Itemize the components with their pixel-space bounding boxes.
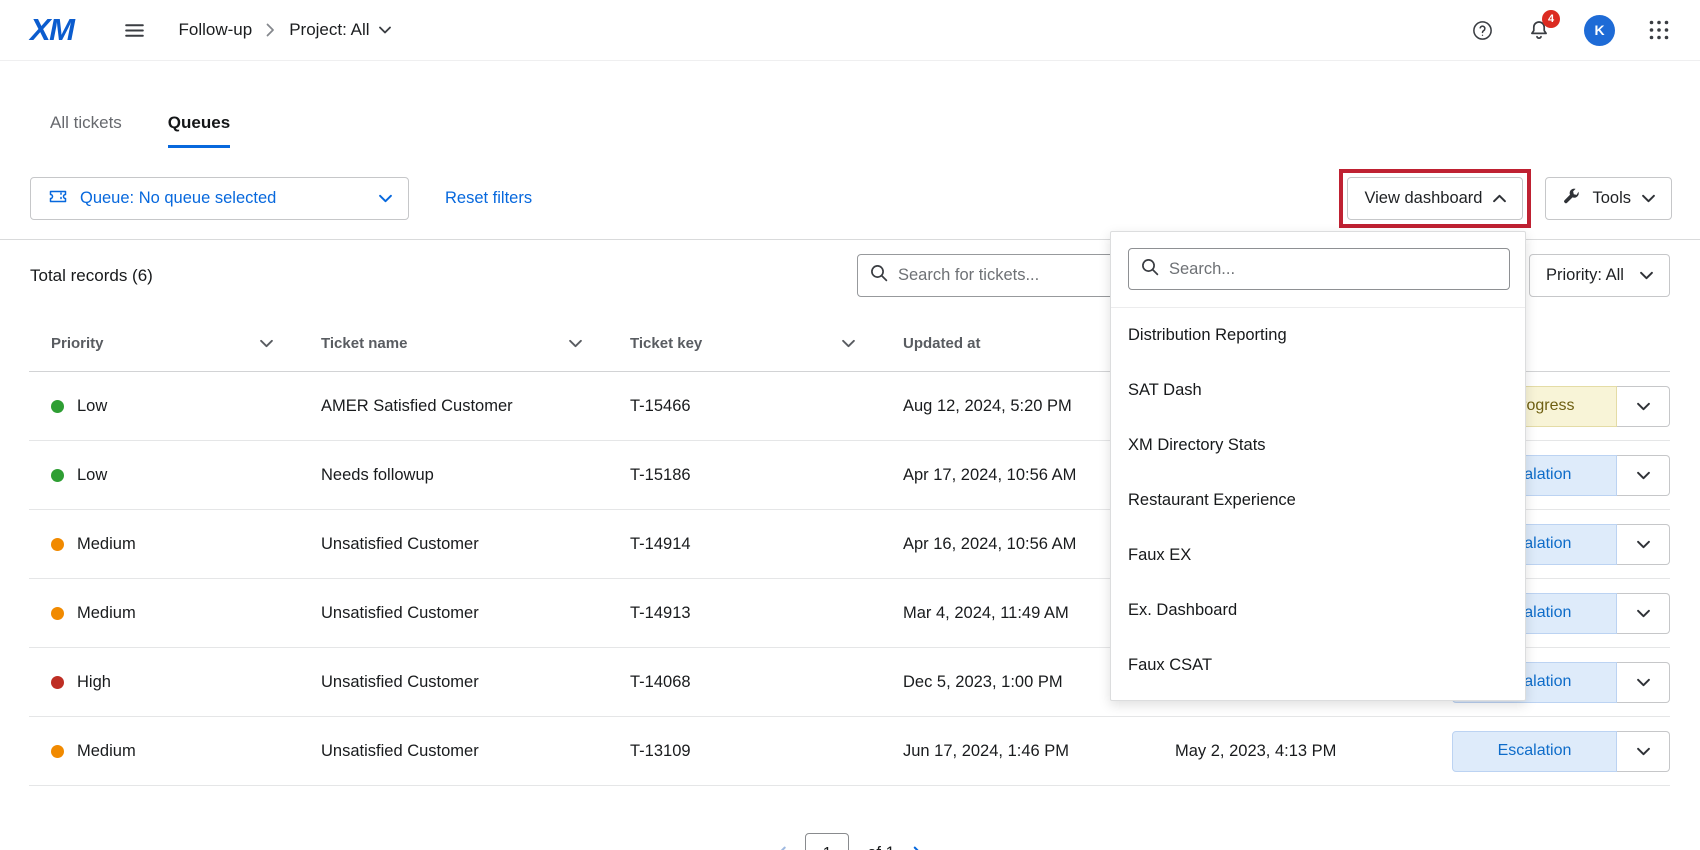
hamburger-menu-icon[interactable] [122, 18, 147, 43]
ticket-key-cell: T-14914 [630, 535, 903, 554]
column-header-priority[interactable]: Priority [29, 335, 321, 352]
breadcrumb-project-label: Project: All [289, 20, 369, 40]
priority-dot [51, 676, 64, 689]
pagination-of-label: of 1 [867, 844, 895, 850]
ticket-key-cell: T-15466 [630, 397, 903, 416]
ticket-key-cell: T-14913 [630, 604, 903, 623]
dashboard-dropdown-item[interactable]: Restaurant Experience [1111, 473, 1525, 528]
status-chevron-button[interactable] [1617, 662, 1670, 703]
priority-dot [51, 745, 64, 758]
dashboard-dropdown-item[interactable]: Faux EX [1111, 528, 1525, 583]
priority-dot [51, 607, 64, 620]
tab-queues[interactable]: Queues [168, 113, 230, 148]
priority-cell: Medium [29, 535, 321, 554]
status-control[interactable]: Escalation [1452, 731, 1670, 772]
dashboard-dropdown-item[interactable]: Distribution Reporting [1111, 308, 1525, 363]
updated-at-cell: Jun 17, 2024, 1:46 PM [903, 742, 1175, 761]
ticket-name-cell: Needs followup [321, 466, 630, 485]
ticket-icon [47, 185, 69, 212]
total-records-label: Total records (6) [30, 266, 153, 286]
topbar: XM Follow-up Project: All 4 [0, 0, 1700, 61]
status-pill[interactable]: Escalation [1452, 731, 1617, 772]
priority-filter-select[interactable]: Priority: All [1529, 254, 1670, 297]
page: XM Follow-up Project: All 4 [0, 0, 1700, 850]
column-header-ticket-key[interactable]: Ticket key [630, 335, 903, 352]
queue-selector-label: Queue: No queue selected [80, 189, 368, 208]
priority-label: Medium [77, 535, 136, 554]
priority-dot [51, 400, 64, 413]
breadcrumb-page[interactable]: Follow-up [179, 20, 253, 40]
ticket-name-cell: Unsatisfied Customer [321, 604, 630, 623]
pagination-next-icon[interactable] [913, 846, 923, 850]
apps-grid-icon[interactable] [1648, 19, 1670, 41]
breadcrumb: Follow-up Project: All [179, 20, 391, 40]
ticket-name-cell: Unsatisfied Customer [321, 535, 630, 554]
dashboard-dropdown-item[interactable]: XM Directory Stats [1111, 418, 1525, 473]
pagination-page-input[interactable] [805, 833, 849, 850]
status-chevron-button[interactable] [1617, 455, 1670, 496]
chevron-right-icon [266, 23, 275, 37]
priority-cell: Low [29, 397, 321, 416]
priority-dot [51, 469, 64, 482]
search-icon [1141, 258, 1159, 281]
queue-selector[interactable]: Queue: No queue selected [30, 177, 409, 220]
reset-filters-link[interactable]: Reset filters [445, 189, 532, 208]
user-avatar[interactable]: K [1584, 15, 1615, 46]
wrench-icon [1562, 187, 1581, 211]
tab-bar: All tickets Queues [50, 113, 1700, 148]
breadcrumb-project-selector[interactable]: Project: All [289, 20, 390, 40]
view-dashboard-dropdown: Distribution ReportingSAT DashXM Directo… [1110, 231, 1526, 701]
tools-button[interactable]: Tools [1545, 177, 1672, 220]
ticket-key-cell: T-14068 [630, 673, 903, 692]
view-dashboard-label: View dashboard [1364, 189, 1482, 208]
filter-bar-right: View dashboard Tools [1347, 177, 1672, 220]
topbar-right: 4 K [1471, 15, 1670, 46]
dashboard-dropdown-item[interactable]: Faux CSAT [1111, 638, 1525, 693]
notifications-bell-icon[interactable]: 4 [1527, 18, 1551, 42]
priority-cell: Medium [29, 604, 321, 623]
annotation-highlight: View dashboard [1339, 169, 1531, 228]
ticket-key-cell: T-15186 [630, 466, 903, 485]
dashboard-search-input[interactable] [1169, 260, 1497, 279]
table-row[interactable]: Medium Unsatisfied Customer T-13109 Jun … [29, 717, 1670, 786]
dashboard-dropdown-list: Distribution ReportingSAT DashXM Directo… [1111, 308, 1525, 693]
search-icon [870, 264, 888, 287]
help-icon[interactable] [1471, 19, 1494, 42]
priority-dot [51, 538, 64, 551]
status-chevron-button[interactable] [1617, 524, 1670, 565]
priority-cell: High [29, 673, 321, 692]
xm-logo[interactable]: XM [30, 12, 74, 48]
created-at-cell: May 2, 2023, 4:13 PM [1175, 742, 1430, 761]
ticket-name-cell: Unsatisfied Customer [321, 742, 630, 761]
dashboard-dropdown-item[interactable]: Ex. Dashboard [1111, 583, 1525, 638]
status-cell: Escalation [1430, 731, 1670, 772]
dashboard-search-box[interactable] [1128, 248, 1510, 290]
pagination-prev-icon[interactable] [777, 846, 787, 850]
status-chevron-button[interactable] [1617, 386, 1670, 427]
filter-bar: Queue: No queue selected Reset filters V… [0, 177, 1700, 220]
priority-label: Low [77, 466, 107, 485]
status-chevron-button[interactable] [1617, 593, 1670, 634]
ticket-name-cell: Unsatisfied Customer [321, 673, 630, 692]
topbar-left: XM Follow-up Project: All [30, 12, 391, 48]
view-dashboard-button[interactable]: View dashboard [1347, 177, 1523, 220]
ticket-key-cell: T-13109 [630, 742, 903, 761]
notifications-badge: 4 [1542, 10, 1560, 28]
tools-label: Tools [1592, 189, 1631, 208]
dashboard-dropdown-item[interactable]: SAT Dash [1111, 363, 1525, 418]
priority-cell: Medium [29, 742, 321, 761]
priority-filter-label: Priority: All [1546, 266, 1624, 285]
status-chevron-button[interactable] [1617, 731, 1670, 772]
tab-all-tickets[interactable]: All tickets [50, 113, 122, 148]
priority-label: Low [77, 397, 107, 416]
pagination: of 1 [0, 833, 1700, 850]
priority-cell: Low [29, 466, 321, 485]
priority-label: Medium [77, 604, 136, 623]
column-header-ticket-name[interactable]: Ticket name [321, 335, 630, 352]
priority-label: Medium [77, 742, 136, 761]
priority-label: High [77, 673, 111, 692]
ticket-name-cell: AMER Satisfied Customer [321, 397, 630, 416]
